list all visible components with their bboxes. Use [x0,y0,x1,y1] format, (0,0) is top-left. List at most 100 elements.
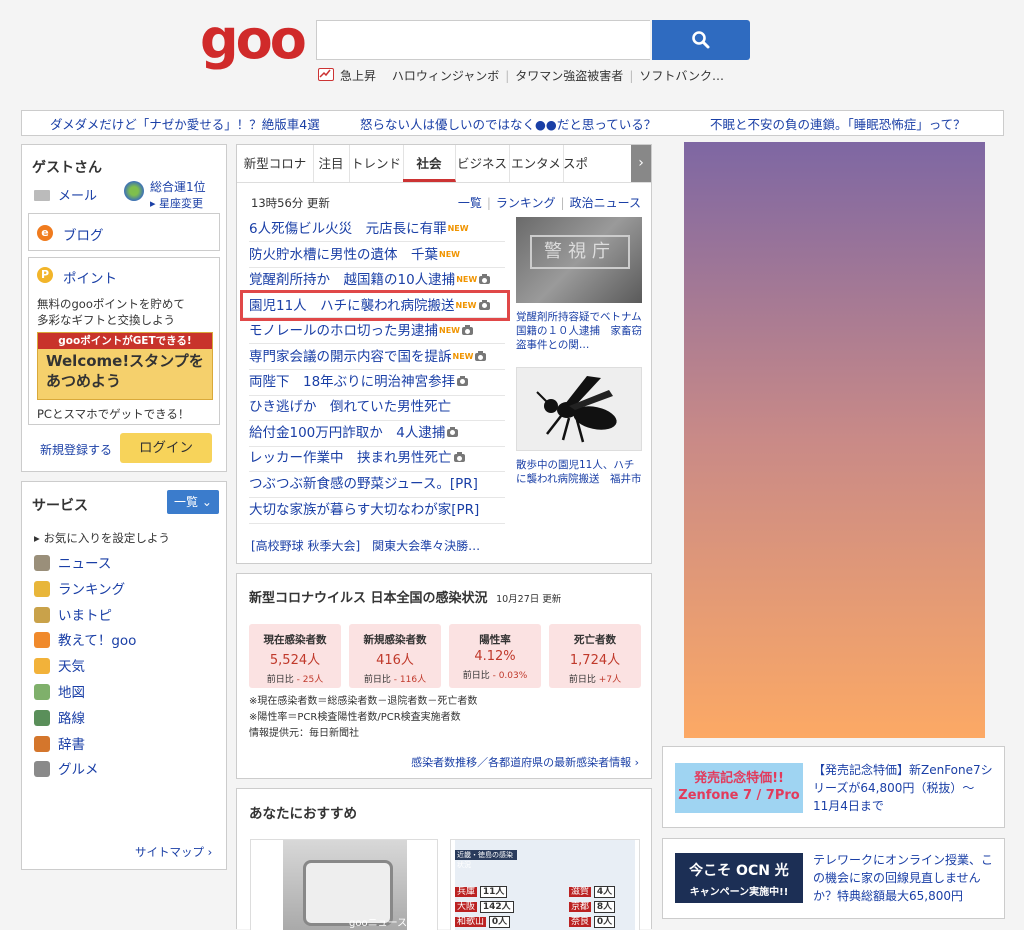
headline-item[interactable]: 大切な家族が暮らす大切なわが家[PR] [249,498,505,524]
new-badge: NEW [439,249,460,259]
chevron-right-icon: › [207,845,213,859]
chevron-down-icon: ⌄ [201,495,212,509]
headline-item[interactable]: 両陛下 18年ぶりに明治神宮参拝 [249,370,505,396]
tab-news-5[interactable]: エンタメ [509,145,564,182]
service-item[interactable]: 天気 [34,656,85,678]
news-footer-link[interactable]: [高校野球 秋季大会] 関東大会準々決勝… [251,537,480,554]
stat-diff: 前日比 - 0.03% [462,671,528,681]
service-item[interactable]: 路線 [34,708,85,730]
banner-link[interactable]: 不眠と不安の負の連鎖。「睡眠恐怖症」って？ [710,114,966,133]
fortune-link[interactable]: 総合運1位 [150,178,206,195]
trend-item[interactable]: ソフトバンク… [639,69,724,83]
news-photo-1[interactable]: 警視庁 [516,217,642,303]
ranking-link[interactable]: ランキング [496,196,556,210]
service-item[interactable]: ニュース [34,553,111,575]
camera-icon [478,299,490,310]
service-icon [34,555,50,571]
service-label: 路線 [58,710,85,727]
news-list-link[interactable]: 一覧 [458,196,482,210]
covid-stat-card: 死亡者数 1,724人 前日比 +7人 [549,624,641,688]
ad-ocn[interactable]: 今こそ OCN 光 キャンペーン実施中!! テレワークにオンライン授業、この機会… [662,838,1005,919]
ad-banner-large[interactable] [684,142,985,738]
headline-item[interactable]: 6人死傷ビル火災 元店長に有罪NEW [249,216,505,242]
stat-value: 416人 [376,653,414,668]
service-icon [34,684,50,700]
zodiac-change-link[interactable]: ▸ 星座変更 [150,195,203,211]
service-item[interactable]: 辞書 [34,734,85,756]
stat-diff: 前日比 +7人 [568,675,622,685]
recommend-thumb-2[interactable]: 近畿・徳島の感染状況 兵庫 11人 大阪 142人 和歌山 0人 滋賀 4人 京都 8人… [450,839,640,930]
service-label: ランキング [58,581,126,598]
service-item[interactable]: 地図 [34,682,85,704]
news-photo-2-caption[interactable]: 散歩中の園児11人、ハチに襲われ病院搬送 福井市 [516,458,642,486]
search-icon [692,31,710,49]
tab-news-3[interactable]: 社会 [403,145,456,182]
banner-link[interactable]: 怒らない人は優しいのではなく●●だと思っている？ [360,114,656,133]
headline-text: 専門家会議の開示内容で国を提訴 [249,349,452,365]
service-icon [34,580,50,597]
banner-link[interactable]: ダメダメだけど「ナゼか愛せる」！？絶版車4選 [50,114,320,133]
headline-item[interactable]: 覚醒剤所持か 越国籍の10人逮捕NEW [249,267,505,294]
recommend-thumb-1[interactable]: gooニュース [250,839,438,930]
new-badge: NEW [447,224,469,233]
service-item[interactable]: 教えて！goo [34,630,136,652]
politics-link[interactable]: 政治ニュース [570,196,641,210]
service-item[interactable]: いまトピ [34,605,112,627]
service-label: 地図 [58,685,85,701]
service-item[interactable]: ランキング [34,579,125,601]
headline-item[interactable]: 給付金100万円詐取か 4人逮捕 [249,421,505,447]
mail-link[interactable]: メール [34,185,97,204]
recommend-panel: あなたにおすすめ gooニュース 近畿・徳島の感染状況 兵庫 11人 大阪 142… [236,788,652,930]
headline-item[interactable]: つぶつぶ新食感の野菜ジュース。[PR] [249,472,505,498]
favorite-setting-link[interactable]: ▸ お気に入りを設定しよう [34,530,170,546]
ad-zenfone-text: 【発売記念特価】新ZenFone7シリーズが64,800円（税抜）～ 11月4日… [813,763,993,813]
headline-text: 大切な家族が暮らす大切なわが家[PR] [249,501,480,518]
tab-news-4[interactable]: ビジネス [455,145,510,182]
news-photo-1-caption[interactable]: 覚醒剤所持容疑でベトナム国籍の１０人逮捕 家畜窃盗事件との関… [516,310,642,352]
tab-news-1[interactable]: 注目 [313,145,350,182]
promo-sub: PCとスマホでゲットできる！ [37,407,190,421]
new-badge: NEW [456,275,478,285]
covid-stat-card: 新規感染者数 416人 前日比 - 116人 [349,624,441,688]
stat-label: 陽性率 [479,634,511,646]
goo-logo[interactable]: goo [200,10,307,70]
headline-item[interactable]: ひき逃げか 倒れていた男性死亡 [249,395,505,422]
service-label: グルメ [58,762,99,779]
new-badge: NEW [452,352,474,361]
ad-zenfone[interactable]: 発売記念特価!! Zenfone 7 / 7Pro 【発売記念特価】新ZenFo… [662,746,1005,828]
point-promo-banner[interactable]: gooポイントがGETできる! Welcome!スタンプを あつめよう [37,332,213,400]
tab-scroll-right-icon[interactable]: › [631,145,651,182]
covid-title: 新型コロナウイルス 日本全国の感染状況 10月27日 更新 [249,591,562,606]
trend-item[interactable]: ハロウィンジャンボ [392,69,499,83]
headline-item[interactable]: 専門家会議の開示内容で国を提訴NEW [249,344,505,370]
police-sign: 警視庁 [530,235,630,269]
thumb2-row: 京都 8人 [569,899,616,913]
headline-text: モノレールのホロ切った男逮捕 [249,323,438,340]
search-input[interactable] [316,20,650,60]
tab-news-2[interactable]: トレンド [349,145,404,182]
headline-item[interactable]: レッカー作業中 挟まれ男性死亡 [249,446,505,473]
headline-item[interactable]: 園児11人 ハチに襲われ病院搬送NEW [240,289,510,321]
news-panel: 新型コロナ注目トレンド社会ビジネスエンタメスポー › 13時56分 更新 一覧|… [236,144,652,564]
headline-item[interactable]: モノレールのホロ切った男逮捕NEW [249,318,505,345]
tab-news-6[interactable]: スポー [563,145,593,182]
services-list-button[interactable]: 一覧 ⌄ [167,490,219,514]
service-label: 辞書 [58,736,85,753]
headline-item[interactable]: 防火貯水槽に男性の遺体 千葉NEW [249,242,505,268]
service-icon [34,709,50,726]
point-label[interactable]: ポイント [63,267,117,287]
covid-more-link[interactable]: 感染者数推移／各都道府県の最新感染者情報 › [411,754,639,770]
news-links: 一覧 | ランキング | 政治ニュース [457,196,641,210]
blog-card[interactable]: e ブログ [28,213,220,251]
trend-item[interactable]: タワマン強盗被害者 [515,69,623,83]
register-link[interactable]: 新規登録する [40,441,112,458]
service-label: ニュース [58,556,112,572]
tab-news-0[interactable]: 新型コロナ [237,145,314,182]
sitemap-link[interactable]: サイトマップ › [135,844,212,860]
search-button[interactable] [652,20,750,60]
news-updated: 13時56分 更新 [251,196,330,210]
login-button[interactable]: ログイン [120,433,212,463]
news-photo-2[interactable] [516,367,642,451]
headline-text: 6人死傷ビル火災 元店長に有罪 [249,221,447,237]
service-item[interactable]: グルメ [34,759,99,781]
